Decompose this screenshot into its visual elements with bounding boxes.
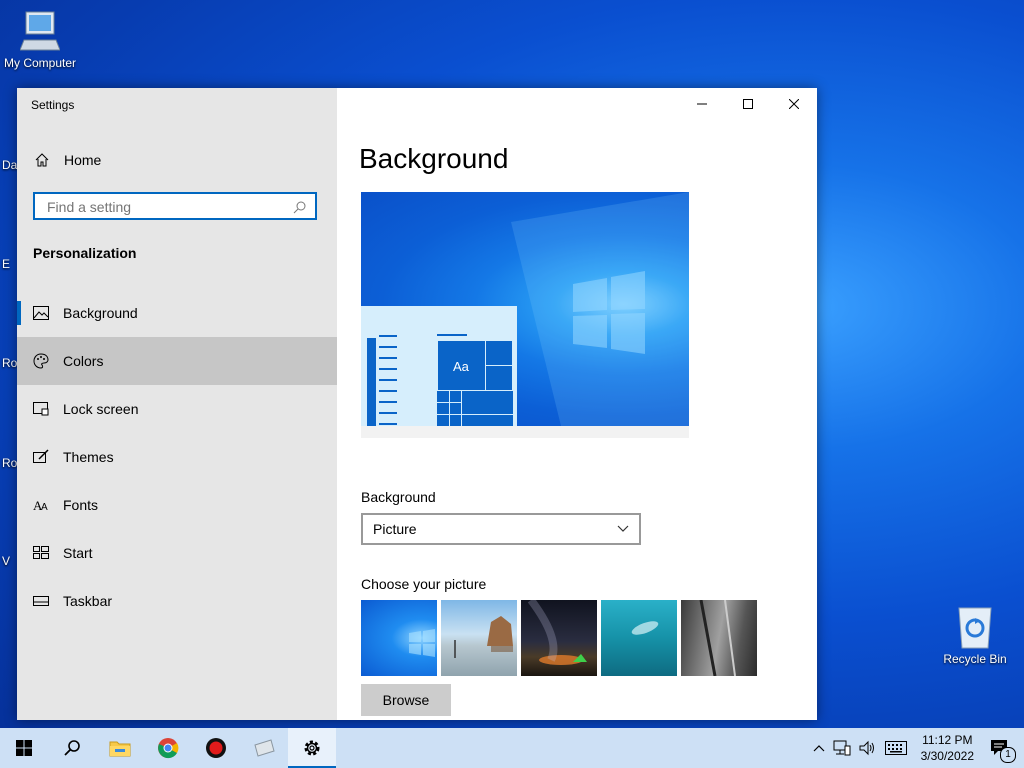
search-icon[interactable]	[293, 200, 307, 214]
minimize-button[interactable]	[679, 88, 725, 120]
close-icon	[789, 99, 799, 109]
page-title: Background	[359, 143, 509, 174]
sidebar-item-start[interactable]: Start	[17, 529, 337, 577]
preview-start-menu: Aa	[361, 306, 517, 426]
caption-buttons	[679, 88, 817, 120]
background-type-label: Background	[361, 489, 436, 505]
windows-start-icon	[16, 740, 32, 756]
picture-thumbnail[interactable]	[361, 600, 437, 676]
choose-picture-label: Choose your picture	[361, 576, 487, 592]
chrome-icon	[158, 738, 179, 759]
picture-icon	[33, 305, 49, 321]
desktop-icon-recycle-bin[interactable]: Recycle Bin	[935, 604, 1015, 666]
picture-thumbnail[interactable]	[601, 600, 677, 676]
dropdown-value: Picture	[373, 521, 417, 537]
browse-button[interactable]: Browse	[361, 684, 451, 716]
home-label: Home	[64, 152, 102, 168]
desktop-edge-label: E	[2, 257, 11, 271]
close-button[interactable]	[771, 88, 817, 120]
computer-icon	[20, 11, 60, 51]
app-icon	[254, 739, 275, 757]
sidebar-item-label: Background	[63, 305, 138, 321]
desktop-icon-my-computer[interactable]: My Computer	[0, 10, 80, 70]
taskbar-icon	[33, 593, 49, 609]
minimize-icon	[697, 103, 707, 105]
settings-taskbar-button[interactable]	[288, 728, 336, 768]
network-icon[interactable]	[833, 740, 851, 756]
desktop-icon-label: My Computer	[3, 56, 77, 70]
settings-window: Settings Home Personalization Background	[17, 88, 817, 720]
chevron-down-icon	[617, 525, 629, 532]
clock-date: 3/30/2022	[920, 749, 974, 763]
recycle-bin-icon	[958, 607, 992, 649]
background-preview: Aa	[361, 192, 689, 438]
fonts-icon: AA	[33, 497, 49, 513]
sidebar: Settings Home Personalization Background	[17, 88, 337, 720]
sidebar-item-label: Fonts	[63, 497, 99, 513]
sidebar-item-label: Start	[63, 545, 93, 561]
sidebar-item-colors[interactable]: Colors	[17, 337, 337, 385]
sidebar-item-label: Colors	[63, 353, 104, 369]
taskbar: 11:12 PM 3/30/2022 1	[0, 728, 1024, 768]
desktop-edge-label: V	[2, 554, 11, 568]
preview-sample-text: Aa	[453, 359, 469, 374]
sidebar-item-label: Taskbar	[63, 593, 113, 609]
maximize-button[interactable]	[725, 88, 771, 120]
search-taskbar-button[interactable]	[48, 728, 96, 768]
chevron-up-icon[interactable]	[813, 744, 825, 752]
volume-icon[interactable]	[859, 740, 877, 756]
gear-icon	[304, 740, 320, 756]
folder-icon	[109, 741, 131, 757]
record-icon	[206, 738, 226, 758]
background-type-dropdown[interactable]: Picture	[361, 513, 641, 545]
svg-text:A: A	[41, 502, 48, 512]
section-title: Personalization	[33, 245, 137, 261]
sidebar-item-taskbar[interactable]: Taskbar	[17, 577, 337, 625]
sidebar-item-label: Themes	[63, 449, 114, 465]
recorder-button[interactable]	[192, 728, 240, 768]
start-icon	[33, 545, 49, 561]
system-tray: 11:12 PM 3/30/2022 1	[809, 728, 1024, 768]
notification-count: 1	[1000, 747, 1016, 763]
sidebar-item-fonts[interactable]: AA Fonts	[17, 481, 337, 529]
maximize-icon	[743, 99, 753, 109]
content-pane: Background Aa Background Picture Choose …	[337, 88, 817, 720]
notification-button[interactable]: 1	[990, 739, 1016, 763]
clock[interactable]: 11:12 PM 3/30/2022	[921, 732, 974, 764]
chrome-button[interactable]	[144, 728, 192, 768]
picture-thumbnail[interactable]	[681, 600, 757, 676]
clock-time: 11:12 PM	[922, 733, 973, 747]
desktop-edge-label: Ro	[2, 356, 18, 370]
search-icon	[64, 740, 80, 756]
picture-thumbnail[interactable]	[441, 600, 517, 676]
sidebar-item-background[interactable]: Background	[17, 289, 337, 337]
themes-icon	[33, 449, 49, 465]
picture-thumbnails	[361, 600, 757, 676]
desktop-edge-label: Ro	[2, 456, 18, 470]
home-icon	[35, 153, 49, 167]
picture-thumbnail[interactable]	[521, 600, 597, 676]
search-box[interactable]	[33, 192, 317, 220]
file-explorer-button[interactable]	[96, 728, 144, 768]
sidebar-item-themes[interactable]: Themes	[17, 433, 337, 481]
sidebar-item-lock-screen[interactable]: Lock screen	[17, 385, 337, 433]
window-title: Settings	[31, 98, 75, 112]
keyboard-icon[interactable]	[884, 741, 907, 755]
palette-icon	[33, 353, 49, 369]
desktop-edge-label: Da	[2, 158, 18, 172]
desktop-icon-label: Recycle Bin	[943, 652, 1007, 666]
personalization-nav: Background Colors Lock screen Themes A A…	[17, 289, 337, 625]
app-button[interactable]	[240, 728, 288, 768]
start-button[interactable]	[0, 728, 48, 768]
home-nav-item[interactable]: Home	[17, 144, 337, 176]
sidebar-item-label: Lock screen	[63, 401, 139, 417]
lock-screen-icon	[33, 401, 49, 417]
search-input[interactable]	[45, 194, 289, 220]
